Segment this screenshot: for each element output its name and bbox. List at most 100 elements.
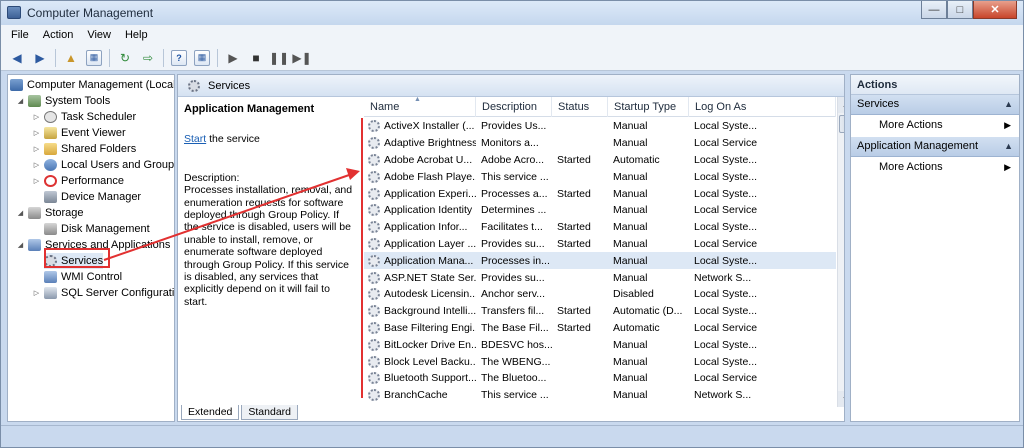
service-name: Block Level Backu...: [384, 355, 476, 368]
table-row[interactable]: Application Experi... Processes a... Start…: [364, 185, 836, 202]
table-row[interactable]: Bluetooth Support... The Bluetoo... Manual…: [364, 370, 836, 387]
export-list-icon[interactable]: ⇨: [140, 50, 156, 66]
service-description: BDESVC hos...: [481, 338, 552, 351]
scroll-down-icon[interactable]: ▼: [838, 391, 844, 407]
tree-item-task-scheduler[interactable]: ▷ Task Scheduler: [32, 109, 136, 125]
table-row[interactable]: Adaptive Brightness Monitors a... Manual Lo…: [364, 135, 836, 152]
column-header-name[interactable]: Name ▲: [364, 97, 476, 117]
tree-item-label: WMI Control: [61, 271, 123, 283]
expand-icon[interactable]: ▷: [32, 289, 41, 297]
table-row[interactable]: Block Level Backu... The WBENG... Manual Lo…: [364, 353, 836, 370]
description-text: Processes installation, removal, and enu…: [184, 184, 353, 308]
column-header-status[interactable]: Status: [552, 97, 608, 117]
service-log-on-as: Local Syste...: [694, 305, 758, 318]
tree-item-storage[interactable]: ◢ Storage: [16, 205, 84, 221]
tree-item-device-manager[interactable]: Device Manager: [44, 189, 141, 205]
collapse-icon[interactable]: ◢: [16, 241, 25, 249]
gear-icon: [368, 288, 380, 301]
gear-icon: [368, 305, 380, 318]
service-startup-type: Manual: [613, 237, 648, 250]
start-service-link[interactable]: Start: [184, 133, 206, 145]
pause-icon[interactable]: ❚❚: [269, 50, 289, 66]
service-log-on-as: Local Service: [694, 204, 758, 217]
forward-arrow-icon[interactable]: ▶: [32, 50, 48, 66]
actions-section-services[interactable]: Services ▲: [851, 95, 1019, 115]
table-row[interactable]: Adobe Flash Playe... This service ... Manu…: [364, 168, 836, 185]
expand-icon[interactable]: ▷: [32, 129, 41, 137]
gear-icon: [368, 237, 380, 250]
tree-item-computer-management[interactable]: Computer Management (Local: [10, 77, 174, 93]
table-row[interactable]: BranchCache This service ... Manual Network…: [364, 387, 836, 404]
actions-pane: Actions Services ▲ More Actions ▶ Applic…: [850, 74, 1020, 422]
more-actions-application-management[interactable]: More Actions ▶: [851, 157, 1019, 179]
close-button[interactable]: ✕: [973, 1, 1017, 19]
back-arrow-icon[interactable]: ◀: [9, 50, 25, 66]
maximize-button[interactable]: □: [947, 1, 973, 19]
table-row[interactable]: Autodesk Licensin... Anchor serv... Disabl…: [364, 286, 836, 303]
column-header-startup-type[interactable]: Startup Type: [608, 97, 689, 117]
table-row[interactable]: Base Filtering Engi... The Base Fil... Sta…: [364, 320, 836, 337]
annotation-highlight-box: [44, 248, 110, 268]
tab-extended[interactable]: Extended: [181, 405, 240, 420]
service-log-on-as: Local Syste...: [694, 254, 758, 267]
service-description: This service ...: [481, 170, 549, 183]
service-startup-type: Manual: [613, 137, 648, 150]
menu-help[interactable]: Help: [125, 29, 148, 41]
tree-item-performance[interactable]: ▷ Performance: [32, 173, 124, 189]
table-row[interactable]: Application Infor... Facilitates t... Star…: [364, 219, 836, 236]
more-actions-services[interactable]: More Actions ▶: [851, 115, 1019, 137]
service-description: Provides Us...: [481, 120, 547, 133]
tree-item-event-viewer[interactable]: ▷ Event Viewer: [32, 125, 126, 141]
expand-icon[interactable]: ▷: [32, 113, 41, 121]
expand-icon[interactable]: ▷: [32, 177, 41, 185]
restart-icon[interactable]: ▶❚: [292, 50, 311, 66]
service-status: Started: [557, 321, 591, 334]
table-row[interactable]: Background Intelli... Transfers fil... Sta…: [364, 303, 836, 320]
show-hide-action-pane-icon[interactable]: ▦: [194, 49, 210, 66]
menu-action[interactable]: Action: [43, 29, 74, 41]
vertical-scrollbar[interactable]: ▲ ▼: [837, 97, 844, 407]
tree-item-system-tools[interactable]: ◢ System Tools: [16, 93, 110, 109]
service-log-on-as: Network S...: [694, 389, 752, 402]
app-window: Computer Management — □ ✕ File Action Vi…: [0, 0, 1024, 448]
table-row[interactable]: Application Mana... Processes in... Manual…: [364, 252, 836, 270]
gear-icon: [368, 321, 380, 334]
column-header-description[interactable]: Description: [476, 97, 552, 117]
service-name: Application Experi...: [384, 187, 476, 200]
collapse-icon[interactable]: ▲: [1004, 141, 1013, 151]
expand-icon[interactable]: ▷: [32, 161, 41, 169]
tree-item-label: SQL Server Configuratio: [61, 287, 175, 299]
tab-standard[interactable]: Standard: [241, 405, 298, 420]
actions-section-application-management[interactable]: Application Management ▲: [851, 137, 1019, 157]
help-icon[interactable]: ?: [171, 49, 187, 66]
table-row[interactable]: Application Identity Determines ... Manual…: [364, 202, 836, 219]
column-header-log-on-as[interactable]: Log On As: [689, 97, 836, 117]
service-name-cell: Adobe Acrobat U...: [364, 153, 476, 166]
table-row[interactable]: Adobe Acrobat U... Adobe Acro... Started Au…: [364, 152, 836, 169]
service-name: BranchCache: [384, 389, 448, 402]
gear-icon: [188, 80, 200, 92]
tree-item-disk-management[interactable]: Disk Management: [44, 221, 150, 237]
tree-item-wmi-control[interactable]: WMI Control: [44, 269, 122, 285]
collapse-icon[interactable]: ◢: [16, 97, 25, 105]
tree-item-local-users[interactable]: ▷ Local Users and Groups: [32, 157, 174, 173]
collapse-icon[interactable]: ◢: [16, 209, 25, 217]
play-icon[interactable]: ▶: [225, 50, 241, 66]
show-hide-tree-icon[interactable]: ▦: [86, 49, 102, 66]
table-row[interactable]: BitLocker Drive En... BDESVC hos... Manual…: [364, 336, 836, 353]
collapse-icon[interactable]: ▲: [1004, 99, 1013, 109]
table-row[interactable]: ASP.NET State Ser... Provides su... Manual…: [364, 269, 836, 286]
refresh-icon[interactable]: ↻: [117, 50, 133, 66]
tree-item-sql-server[interactable]: ▷ SQL Server Configuratio: [32, 285, 175, 301]
menu-view[interactable]: View: [87, 29, 111, 41]
minimize-button[interactable]: —: [921, 1, 947, 19]
up-folder-icon[interactable]: ▲: [63, 50, 79, 66]
table-row[interactable]: Application Layer ... Provides su... Start…: [364, 236, 836, 253]
table-row[interactable]: ActiveX Installer (... Provides Us... Manu…: [364, 118, 836, 135]
tree-item-shared-folders[interactable]: ▷ Shared Folders: [32, 141, 136, 157]
scroll-thumb[interactable]: [839, 115, 844, 133]
stop-icon[interactable]: ■: [248, 50, 264, 66]
expand-icon[interactable]: ▷: [32, 145, 41, 153]
scroll-up-icon[interactable]: ▲: [838, 97, 844, 113]
menu-file[interactable]: File: [11, 29, 29, 41]
